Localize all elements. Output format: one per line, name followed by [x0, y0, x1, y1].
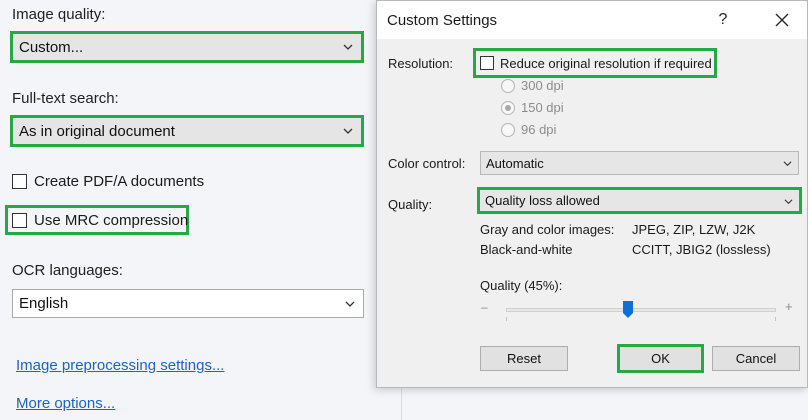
radio-button-selected[interactable]	[501, 100, 515, 115]
custom-settings-dialog: Custom Settings ? Resolution: Reduce ori…	[376, 0, 808, 388]
color-control-dropdown[interactable]: Automatic	[480, 151, 799, 175]
slider-tick	[506, 317, 507, 321]
slider-plus: +	[785, 299, 793, 314]
ocr-languages-label: OCR languages:	[12, 262, 123, 279]
close-icon[interactable]	[770, 9, 794, 31]
ocr-languages-value: English	[19, 295, 69, 312]
slider-minus: –	[481, 300, 488, 314]
gray-color-images-value: JPEG, ZIP, LZW, J2K	[632, 222, 756, 237]
use-mrc-label: Use MRC compression	[34, 211, 189, 229]
dialog-title: Custom Settings	[387, 12, 498, 29]
color-control-label: Color control:	[388, 156, 466, 171]
black-and-white-value: CCITT, JBIG2 (lossless)	[632, 242, 771, 257]
use-mrc-checkbox[interactable]: Use MRC compression	[5, 205, 189, 235]
quality-value: Quality loss allowed	[485, 193, 600, 208]
cancel-button[interactable]: Cancel	[712, 346, 800, 371]
checkbox-box[interactable]	[12, 174, 27, 189]
checkbox-box[interactable]	[480, 56, 494, 70]
checkbox-box[interactable]	[12, 212, 27, 228]
reduce-resolution-label: Reduce original resolution if required	[500, 55, 712, 71]
chevron-down-icon	[784, 198, 793, 204]
ocr-languages-dropdown[interactable]: English	[12, 289, 364, 318]
fulltext-search-value: As in original document	[19, 122, 175, 140]
chevron-down-icon	[343, 44, 353, 50]
image-quality-label: Image quality:	[12, 6, 106, 23]
chevron-down-icon	[343, 128, 353, 134]
more-options-link[interactable]: More options...	[16, 395, 115, 412]
dpi-150-label: 150 dpi	[521, 100, 564, 115]
ok-button[interactable]: OK	[617, 344, 704, 373]
chevron-down-icon	[345, 301, 355, 307]
help-button[interactable]: ?	[711, 9, 735, 31]
create-pdfa-label: Create PDF/A documents	[34, 173, 205, 190]
fulltext-search-dropdown[interactable]: As in original document	[10, 115, 364, 147]
image-quality-value: Custom...	[19, 38, 84, 56]
image-quality-dropdown[interactable]: Custom...	[10, 31, 364, 63]
radio-button[interactable]	[501, 78, 515, 93]
dpi-300-label: 300 dpi	[521, 78, 564, 93]
reset-button[interactable]: Reset	[480, 346, 568, 371]
dpi-radio-150[interactable]: 150 dpi	[501, 100, 564, 115]
dpi-radio-96[interactable]: 96 dpi	[501, 122, 556, 137]
quality-slider[interactable]	[506, 301, 776, 321]
dialog-titlebar: Custom Settings ?	[377, 1, 807, 39]
create-pdfa-checkbox[interactable]: Create PDF/A documents	[12, 173, 204, 190]
radio-button[interactable]	[501, 122, 515, 137]
slider-thumb[interactable]	[622, 301, 633, 319]
quality-label: Quality:	[388, 197, 433, 212]
color-control-value: Automatic	[486, 155, 544, 171]
fulltext-search-label: Full-text search:	[12, 90, 119, 107]
image-preprocessing-link[interactable]: Image preprocessing settings...	[16, 357, 224, 374]
slider-tick	[775, 317, 776, 321]
reduce-resolution-checkbox[interactable]: Reduce original resolution if required	[473, 48, 717, 78]
resolution-label: Resolution:	[388, 56, 454, 71]
panel-divider	[401, 388, 402, 420]
quality-slider-label: Quality (45%):	[480, 278, 563, 293]
black-and-white-label: Black-and-white	[480, 242, 573, 257]
dpi-radio-300[interactable]: 300 dpi	[501, 78, 564, 93]
quality-dropdown[interactable]: Quality loss allowed	[477, 187, 802, 214]
dpi-96-label: 96 dpi	[521, 122, 557, 137]
chevron-down-icon	[783, 161, 792, 167]
slider-track[interactable]	[506, 308, 776, 312]
gray-color-images-label: Gray and color images:	[480, 222, 615, 237]
